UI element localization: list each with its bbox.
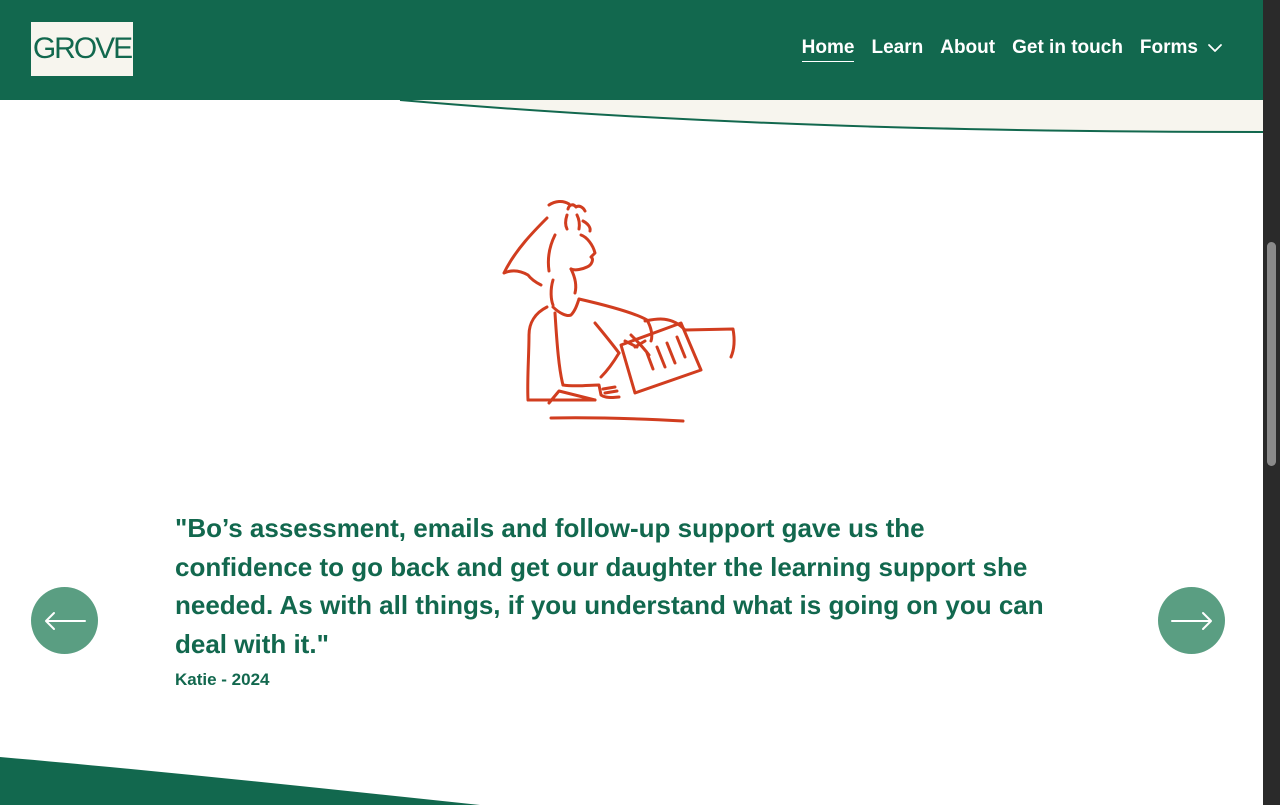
arrow-left-icon	[44, 611, 86, 630]
nav-get-in-touch[interactable]: Get in touch	[1012, 34, 1123, 62]
scrollbar-thumb[interactable]	[1267, 242, 1276, 466]
testimonial-author: Katie - 2024	[175, 670, 270, 689]
nav-home[interactable]: Home	[801, 35, 855, 62]
nav-learn[interactable]: Learn	[871, 34, 923, 62]
person-writing-illustration	[502, 200, 736, 423]
header-divider-curve	[0, 96, 1263, 133]
arrow-right-icon	[1170, 611, 1212, 630]
carousel-prev-button[interactable]	[31, 587, 98, 654]
nav-forms-dropdown[interactable]: Forms	[1140, 34, 1223, 62]
logo-text: GROVE	[32, 32, 133, 65]
testimonial-quote: "Bo’s assessment, emails and follow-up s…	[175, 513, 1044, 659]
chevron-down-icon	[1208, 44, 1222, 52]
page: GROVE Home Learn About Get in touch Form…	[0, 0, 1263, 805]
site-header: GROVE Home Learn About Get in touch Form…	[0, 0, 1263, 100]
nav-about[interactable]: About	[940, 34, 995, 62]
main-nav: Home Learn About Get in touch Forms	[801, 34, 1223, 62]
page-scrollbar[interactable]	[1263, 0, 1280, 805]
site-logo[interactable]: GROVE	[31, 22, 133, 76]
footer-divider-curve	[0, 757, 480, 805]
nav-forms-label: Forms	[1139, 37, 1198, 58]
carousel-next-button[interactable]	[1158, 587, 1225, 654]
